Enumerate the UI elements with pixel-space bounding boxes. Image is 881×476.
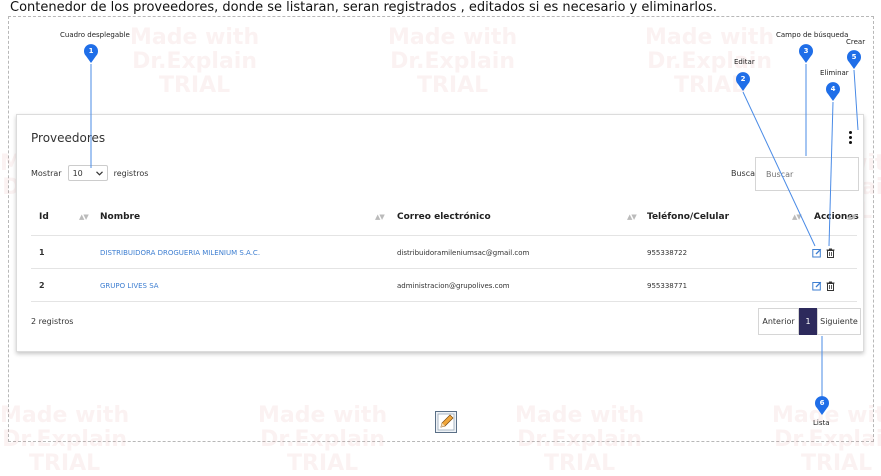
- callout-marker-6: 6: [814, 396, 830, 416]
- callout-label-crear: Crear: [846, 38, 866, 46]
- callout-marker-3: 3: [798, 44, 814, 64]
- callout-marker-4: 4: [825, 82, 841, 102]
- callout-label-eliminar: Eliminar: [820, 69, 849, 77]
- callout-label-campo-busqueda: Campo de búsqueda: [776, 31, 849, 39]
- callout-lines: [90, 64, 859, 397]
- callout-label-editar: Editar: [734, 58, 755, 66]
- callout-marker-5: 5: [846, 50, 862, 70]
- callout-marker-1: 1: [83, 44, 99, 64]
- edit-image-icon[interactable]: [435, 411, 457, 433]
- callout-label-lista: Lista: [813, 419, 830, 427]
- callout-marker-2: 2: [735, 72, 751, 92]
- callout-label-cuadro-desplegable: Cuadro desplegable: [60, 31, 130, 39]
